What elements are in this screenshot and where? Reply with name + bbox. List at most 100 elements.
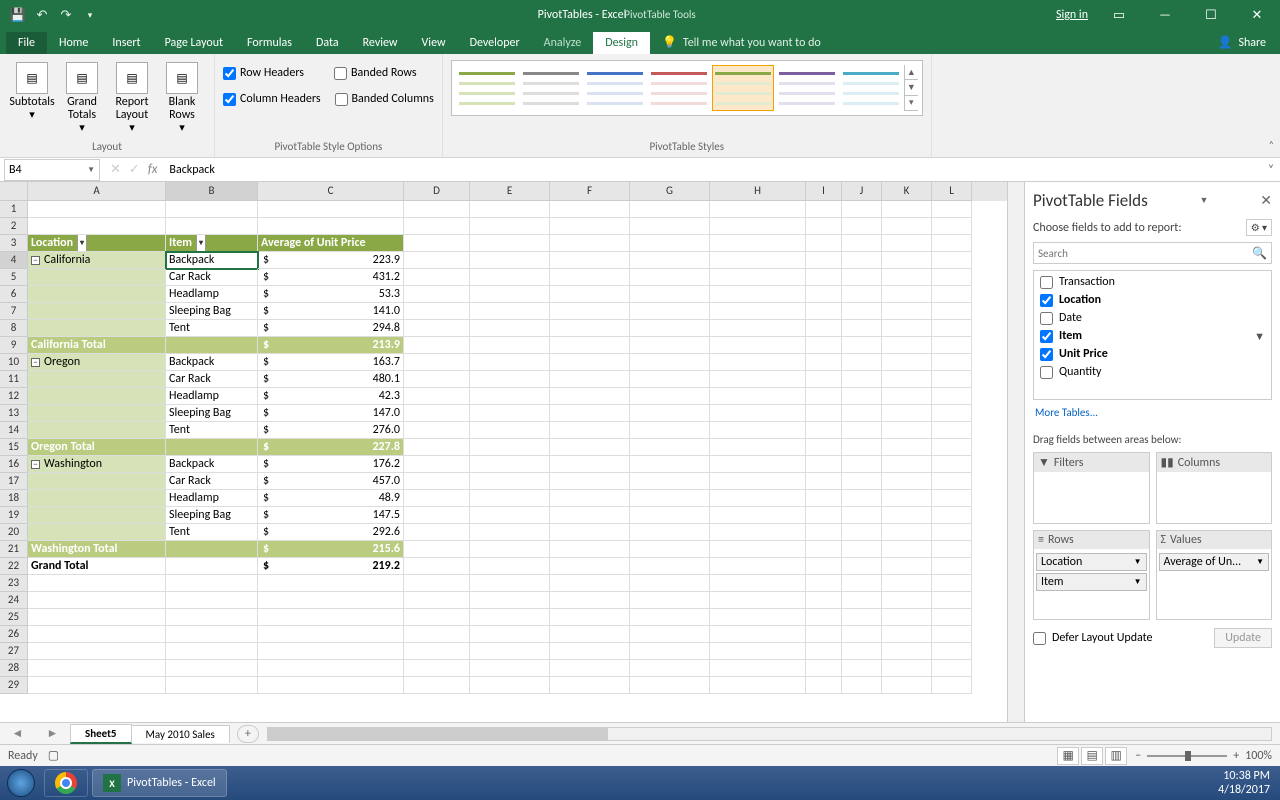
tab-developer[interactable]: Developer	[458, 32, 532, 54]
col-header[interactable]: K	[882, 182, 932, 201]
grid-row[interactable]: 18Headlamp$48.9	[0, 490, 1007, 507]
row-header[interactable]: 25	[0, 609, 28, 626]
pivot-value-cell[interactable]: $276.0	[258, 422, 404, 439]
grid-row[interactable]: 8Tent$294.8	[0, 320, 1007, 337]
vertical-scrollbar[interactable]	[1007, 182, 1024, 722]
field-checkbox[interactable]	[1040, 366, 1053, 379]
style-thumb[interactable]	[648, 65, 710, 111]
row-header[interactable]: 13	[0, 405, 28, 422]
grid-row[interactable]: 27	[0, 643, 1007, 660]
grid-row[interactable]: 28	[0, 660, 1007, 677]
expand-formula-bar-icon[interactable]: ˅	[1262, 163, 1280, 177]
zoom-out-button[interactable]: −	[1135, 749, 1141, 763]
fx-icon[interactable]: fx	[148, 162, 158, 177]
pivot-item-cell[interactable]: Car Rack	[166, 371, 258, 388]
tab-home[interactable]: Home	[47, 32, 100, 54]
row-header[interactable]: 15	[0, 439, 28, 456]
col-header[interactable]: B	[166, 182, 258, 201]
row-header[interactable]: 24	[0, 592, 28, 609]
grid-row[interactable]: 22Grand Total$219.2	[0, 558, 1007, 575]
tab-design[interactable]: Design	[593, 32, 650, 54]
chevron-down-icon[interactable]: ▼	[1134, 577, 1142, 587]
pivot-group-name[interactable]: −California	[28, 252, 166, 269]
search-input[interactable]	[1038, 247, 1252, 260]
grid-row[interactable]: 25	[0, 609, 1007, 626]
pivot-item-cell[interactable]: Headlamp	[166, 388, 258, 405]
style-thumb[interactable]	[584, 65, 646, 111]
pivot-item-cell[interactable]: Backpack	[166, 456, 258, 473]
grid-row[interactable]: 26	[0, 626, 1007, 643]
qat-customize-icon[interactable]: ▾	[80, 5, 100, 25]
col-header[interactable]: L	[932, 182, 972, 201]
area-chip[interactable]: Item▼	[1036, 573, 1147, 591]
row-header[interactable]: 10	[0, 354, 28, 371]
grid-row[interactable]: 17 Car Rack$457.0	[0, 473, 1007, 490]
row-header[interactable]: 17	[0, 473, 28, 490]
row-header[interactable]: 1	[0, 201, 28, 218]
style-thumb[interactable]	[520, 65, 582, 111]
pivot-value-cell[interactable]: $147.5	[258, 507, 404, 524]
zoom-slider[interactable]	[1147, 755, 1227, 757]
grid-row[interactable]: 15Oregon Total$227.8	[0, 439, 1007, 456]
field-item[interactable]: Unit Price	[1036, 345, 1269, 363]
collapse-icon[interactable]: −	[31, 256, 40, 265]
field-checkbox[interactable]	[1040, 276, 1053, 289]
field-item[interactable]: Quantity	[1036, 363, 1269, 381]
grid-row[interactable]: 4−CaliforniaBackpack$223.9	[0, 252, 1007, 269]
pivot-header-item[interactable]: Item▾	[166, 235, 258, 252]
pivot-value-cell[interactable]: $480.1	[258, 371, 404, 388]
row-headers-checkbox[interactable]: Row Headers	[223, 64, 304, 82]
columns-area[interactable]: ▮▮Columns	[1156, 452, 1273, 524]
pivot-value-cell[interactable]: $48.9	[258, 490, 404, 507]
style-thumb[interactable]	[776, 65, 838, 111]
collapse-icon[interactable]: −	[31, 460, 40, 469]
field-search[interactable]: 🔍	[1033, 242, 1272, 264]
row-header[interactable]: 12	[0, 388, 28, 405]
row-header[interactable]: 28	[0, 660, 28, 677]
area-chip[interactable]: Average of Un...▼	[1159, 553, 1270, 571]
pivot-value-cell[interactable]: $223.9	[258, 252, 404, 269]
row-header[interactable]: 3	[0, 235, 28, 252]
column-headers-checkbox[interactable]: Column Headers	[223, 90, 321, 108]
tab-data[interactable]: Data	[304, 32, 351, 54]
pivot-item-cell[interactable]: Backpack	[166, 252, 258, 269]
grid-row[interactable]: 9California Total$213.9	[0, 337, 1007, 354]
taskbar-chrome[interactable]	[44, 769, 88, 797]
col-header[interactable]: H	[710, 182, 806, 201]
field-checkbox[interactable]	[1040, 348, 1053, 361]
horizontal-scrollbar[interactable]	[267, 727, 1272, 741]
chevron-down-icon[interactable]: ▼	[87, 165, 95, 175]
spreadsheet-grid[interactable]: A B C D E F G H I J K L 123Location▾Item…	[0, 182, 1007, 722]
minimize-button[interactable]: —	[1142, 0, 1188, 30]
pivot-item-cell[interactable]: Tent	[166, 422, 258, 439]
pivot-value-cell[interactable]: $431.2	[258, 269, 404, 286]
grid-row[interactable]: 5Car Rack$431.2	[0, 269, 1007, 286]
pivot-item-cell[interactable]: Car Rack	[166, 269, 258, 286]
pivot-group-name[interactable]: −Washington	[28, 456, 166, 473]
pivot-value-cell[interactable]: $141.0	[258, 303, 404, 320]
area-chip[interactable]: Location▼	[1036, 553, 1147, 571]
col-header[interactable]: G	[630, 182, 710, 201]
page-break-view-icon[interactable]: ▥	[1105, 747, 1127, 765]
pivot-item-cell[interactable]: Tent	[166, 524, 258, 541]
field-checkbox[interactable]	[1040, 312, 1053, 325]
pivot-value-cell[interactable]: $147.0	[258, 405, 404, 422]
grid-row[interactable]: 10−OregonBackpack$163.7	[0, 354, 1007, 371]
values-area[interactable]: ΣValuesAverage of Un...▼	[1156, 530, 1273, 620]
pivot-value-cell[interactable]: $292.6	[258, 524, 404, 541]
col-header[interactable]: I	[806, 182, 842, 201]
style-thumb-selected[interactable]	[712, 65, 774, 111]
pivot-value-cell[interactable]: $457.0	[258, 473, 404, 490]
tab-formulas[interactable]: Formulas	[235, 32, 304, 54]
tab-insert[interactable]: Insert	[100, 32, 152, 54]
pivot-item-cell[interactable]: Car Rack	[166, 473, 258, 490]
field-item[interactable]: Item▼	[1036, 327, 1269, 345]
row-header[interactable]: 21	[0, 541, 28, 558]
pivot-item-cell[interactable]: Sleeping Bag	[166, 405, 258, 422]
collapse-icon[interactable]: −	[31, 358, 40, 367]
pivot-item-cell[interactable]: Headlamp	[166, 490, 258, 507]
banded-rows-checkbox[interactable]: Banded Rows	[334, 64, 417, 82]
field-item[interactable]: Location	[1036, 291, 1269, 309]
row-header[interactable]: 8	[0, 320, 28, 337]
name-box[interactable]: B4▼	[4, 159, 100, 181]
